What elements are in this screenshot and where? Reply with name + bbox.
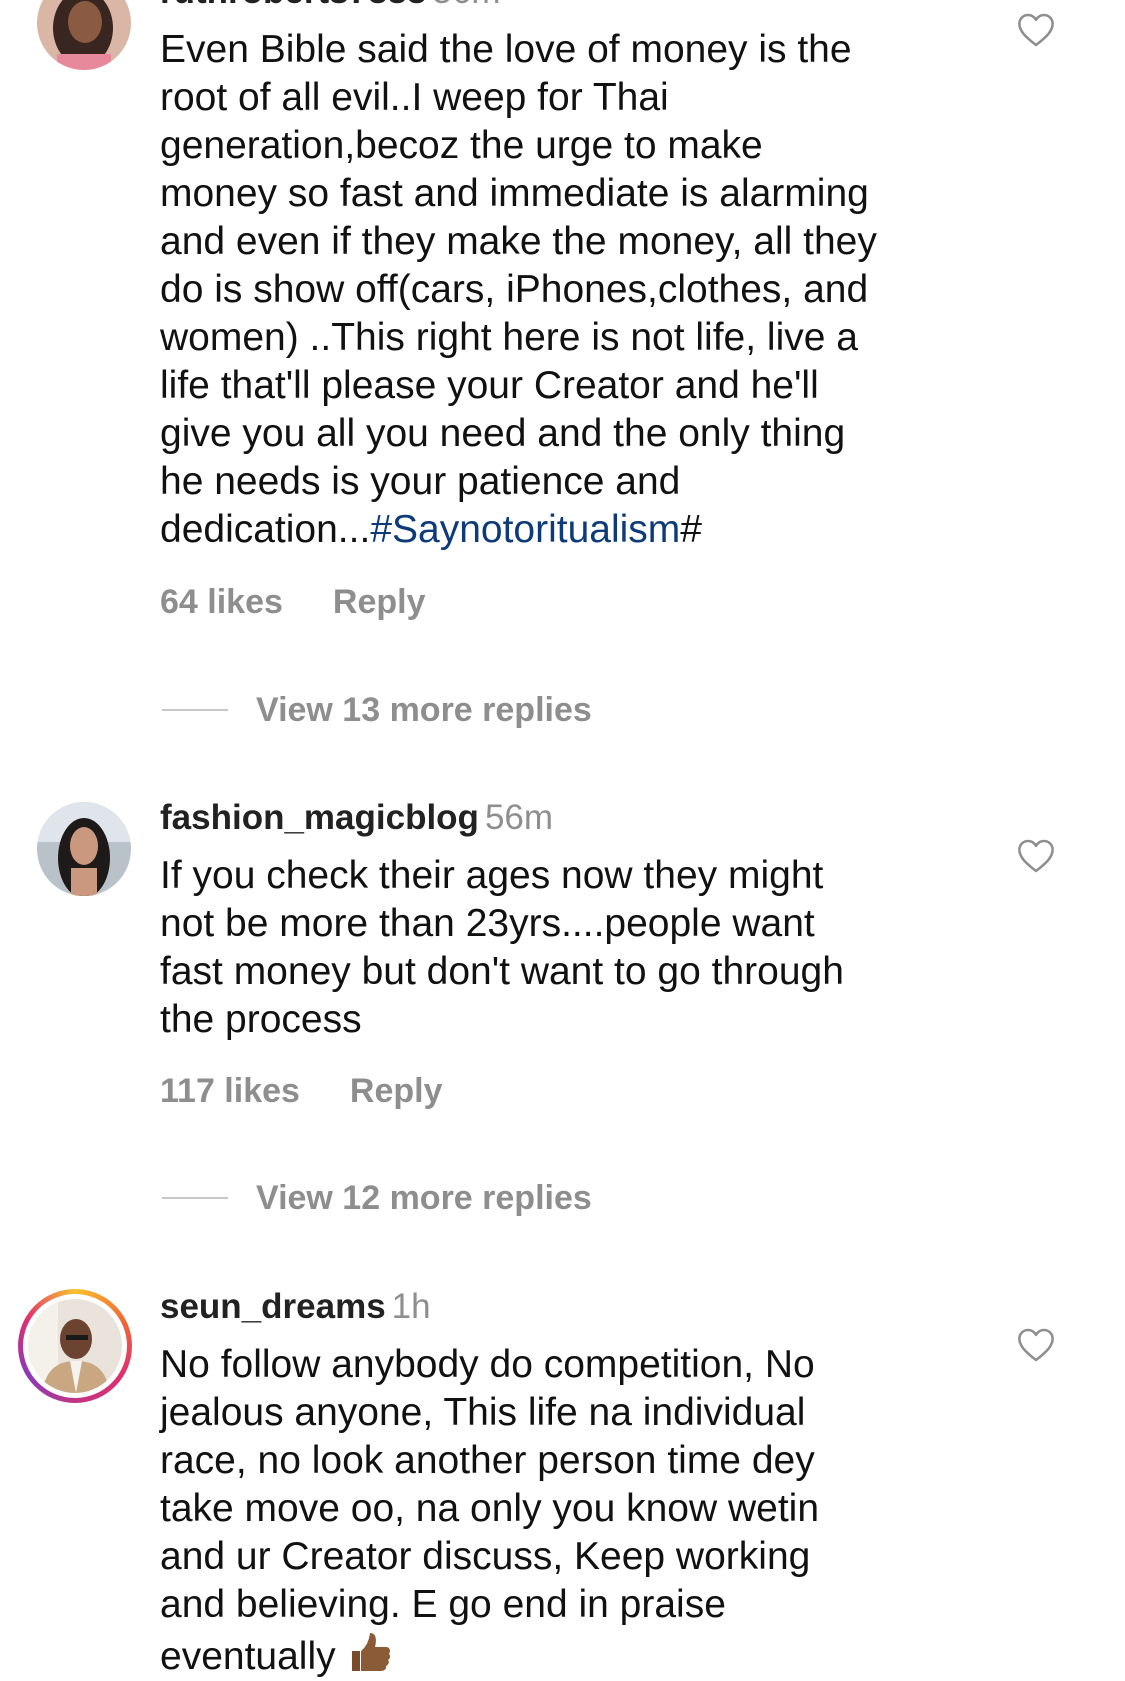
- heart-icon[interactable]: [1017, 1327, 1055, 1363]
- thumbs-up-emoji-icon: [352, 1633, 391, 1671]
- avatar-seun-dreams[interactable]: [18, 1289, 132, 1403]
- comment-header: seun_dreams 1h: [160, 1285, 431, 1329]
- timestamp: 1h: [391, 1287, 431, 1326]
- comment-3: seun_dreams 1h No follow anybody do compe…: [0, 0, 1125, 1678]
- avatar-photo: [28, 1299, 122, 1393]
- comment-text: No follow anybody do competition, No jea…: [160, 1341, 960, 1681]
- username[interactable]: seun_dreams: [160, 1287, 386, 1326]
- comment-body: No follow anybody do competition, No jea…: [160, 1343, 820, 1678]
